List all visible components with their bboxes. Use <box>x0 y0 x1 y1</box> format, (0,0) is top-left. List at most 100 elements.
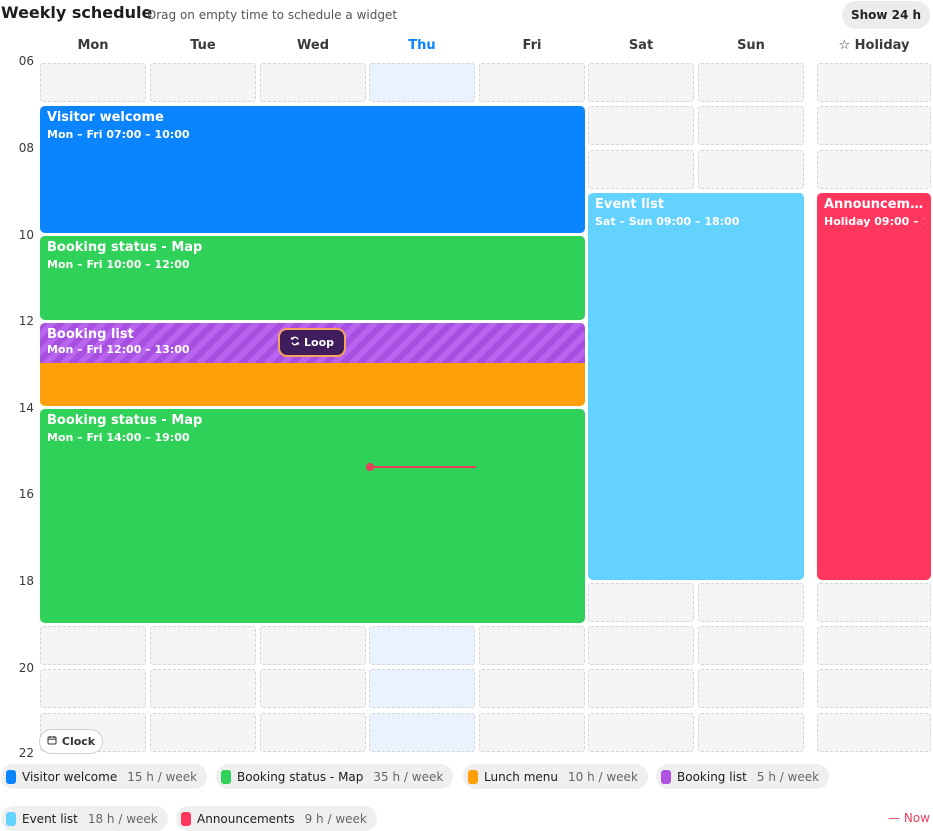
hour-label: 22 <box>18 746 34 760</box>
legend-swatch <box>661 769 671 784</box>
empty-time-slot[interactable] <box>40 626 146 665</box>
empty-time-slot[interactable] <box>369 63 475 102</box>
empty-time-slot[interactable] <box>150 713 256 752</box>
empty-time-slot[interactable] <box>479 669 585 708</box>
legend-label: Visitor welcome <box>22 769 118 784</box>
empty-time-slot[interactable] <box>150 63 256 102</box>
empty-time-slot[interactable] <box>817 626 931 665</box>
empty-time-slot[interactable] <box>369 713 475 752</box>
hour-label: 08 <box>18 141 34 155</box>
legend-hours: 35 h / week <box>373 769 444 784</box>
empty-time-slot[interactable] <box>479 713 585 752</box>
hour-label: 10 <box>18 228 34 242</box>
legend-label: Booking status - Map <box>237 769 364 784</box>
empty-time-slot[interactable] <box>479 626 585 665</box>
empty-time-slot[interactable] <box>588 626 694 665</box>
legend-hours: 15 h / week <box>127 769 198 784</box>
empty-time-slot[interactable] <box>817 150 931 189</box>
empty-time-slot[interactable] <box>260 713 366 752</box>
day-header-sat: Sat <box>628 38 654 53</box>
legend-item-lunch-menu[interactable]: Lunch menu 10 h / week <box>463 764 648 789</box>
page-subtitle: Drag on empty time to schedule a widget <box>147 8 398 22</box>
empty-time-slot[interactable] <box>260 669 366 708</box>
event-booking-status-map-1[interactable]: Booking status - Map Mon – Fri 10:00 – 1… <box>40 236 585 320</box>
hour-label: 18 <box>18 574 34 588</box>
empty-time-slot[interactable] <box>588 150 694 189</box>
hour-label: 20 <box>18 661 34 675</box>
event-title: Booking status - Map <box>47 413 203 428</box>
event-event-list[interactable]: Event list Sat – Sun 09:00 – 18:00 <box>588 193 804 580</box>
day-header-holiday: ☆ Holiday <box>838 38 910 53</box>
now-indicator-line <box>370 466 476 468</box>
day-header-wed: Wed <box>297 38 329 53</box>
empty-time-slot[interactable] <box>150 669 256 708</box>
legend-label: Lunch menu <box>484 769 558 784</box>
page-title: Weekly schedule <box>1 3 153 22</box>
show-24h-button[interactable]: Show 24 h <box>842 1 930 29</box>
legend-hours: 10 h / week <box>568 769 638 784</box>
now-legend-label: — Now <box>888 811 930 825</box>
event-title: Visitor welcome <box>47 110 164 125</box>
clock-widget-chip[interactable]: Clock <box>39 729 103 754</box>
empty-time-slot[interactable] <box>817 63 931 102</box>
empty-time-slot[interactable] <box>260 63 366 102</box>
empty-time-slot[interactable] <box>369 626 475 665</box>
empty-time-slot[interactable] <box>150 626 256 665</box>
empty-time-slot[interactable] <box>698 150 804 189</box>
empty-time-slot[interactable] <box>588 106 694 145</box>
empty-time-slot[interactable] <box>817 106 931 145</box>
event-title: Announcem... <box>824 197 924 212</box>
legend-swatch <box>6 769 16 784</box>
legend-item-event-list[interactable]: Event list 18 h / week <box>1 806 168 831</box>
empty-time-slot[interactable] <box>588 713 694 752</box>
hour-label: 16 <box>18 487 34 501</box>
event-time: Mon – Fri 14:00 – 19:00 <box>47 431 190 444</box>
empty-time-slot[interactable] <box>817 713 931 752</box>
empty-time-slot[interactable] <box>588 583 694 622</box>
legend-hours: 18 h / week <box>87 811 158 826</box>
legend-item-booking-list[interactable]: Booking list 5 h / week <box>656 764 830 789</box>
event-title: Booking status - Map <box>47 240 203 255</box>
event-booking-status-map-2[interactable]: Booking status - Map Mon – Fri 14:00 – 1… <box>40 409 585 623</box>
empty-time-slot[interactable] <box>479 63 585 102</box>
legend-hours: 9 h / week <box>304 811 367 826</box>
empty-time-slot[interactable] <box>698 626 804 665</box>
legend-item-announcements[interactable]: Announcements 9 h / week <box>176 806 377 831</box>
day-header-mon: Mon <box>77 38 109 53</box>
legend-swatch <box>221 769 231 784</box>
hour-label: 12 <box>18 314 34 328</box>
empty-time-slot[interactable] <box>369 669 475 708</box>
loop-badge[interactable]: Loop <box>278 328 346 357</box>
empty-time-slot[interactable] <box>698 669 804 708</box>
legend-item-booking-status-map[interactable]: Booking status - Map 35 h / week <box>216 764 454 789</box>
empty-time-slot[interactable] <box>588 669 694 708</box>
event-visitor-welcome[interactable]: Visitor welcome Mon – Fri 07:00 – 10:00 <box>40 106 585 233</box>
weekly-schedule-page: Weekly schedule Drag on empty time to sc… <box>0 0 933 831</box>
empty-time-slot[interactable] <box>817 583 931 622</box>
empty-time-slot[interactable] <box>698 106 804 145</box>
legend-item-visitor-welcome[interactable]: Visitor welcome 15 h / week <box>1 764 208 789</box>
empty-time-slot[interactable] <box>817 669 931 708</box>
legend-swatch <box>181 811 191 826</box>
empty-time-slot[interactable] <box>40 63 146 102</box>
now-indicator-dot <box>366 463 374 471</box>
legend-hours: 5 h / week <box>756 769 820 784</box>
empty-time-slot[interactable] <box>40 669 146 708</box>
empty-time-slot[interactable] <box>698 713 804 752</box>
loop-label: Loop <box>304 336 334 349</box>
event-time: Mon – Fri 10:00 – 12:00 <box>47 258 190 271</box>
day-header-tue: Tue <box>190 38 216 53</box>
event-time: Holiday 09:00 – 18:00 <box>824 215 924 228</box>
empty-time-slot[interactable] <box>698 583 804 622</box>
legend-swatch <box>468 769 478 784</box>
empty-time-slot[interactable] <box>260 626 366 665</box>
hour-label: 06 <box>18 54 34 68</box>
clock-chip-label: Clock <box>61 735 96 748</box>
event-announcements[interactable]: Announcem... Holiday 09:00 – 18:00 <box>817 193 931 580</box>
empty-time-slot[interactable] <box>588 63 694 102</box>
loop-icon <box>290 336 300 349</box>
event-time: Mon – Fri 07:00 – 10:00 <box>47 128 190 141</box>
legend-label: Event list <box>22 811 78 826</box>
day-header-thu: Thu <box>408 38 436 53</box>
empty-time-slot[interactable] <box>698 63 804 102</box>
